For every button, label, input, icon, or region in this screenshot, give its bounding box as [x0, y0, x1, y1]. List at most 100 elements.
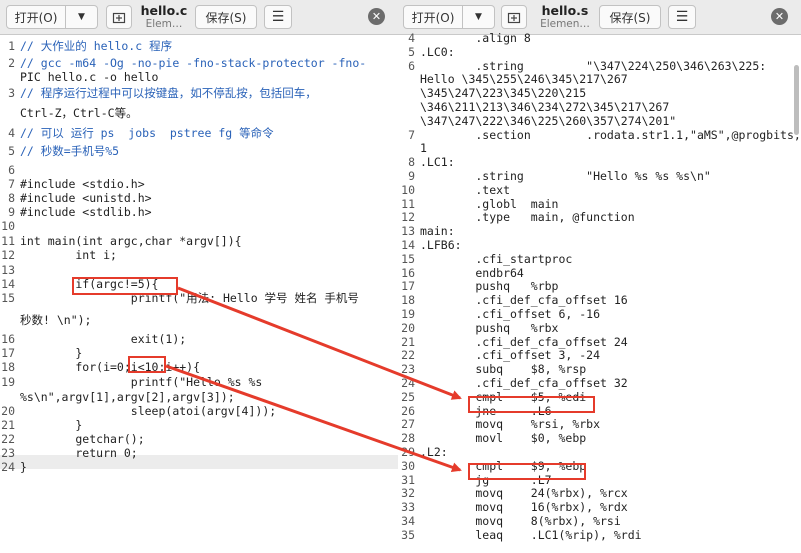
close-icon: ✕: [774, 10, 785, 23]
code-line: pushq %rbx: [420, 320, 559, 335]
line-number: 17: [1, 346, 15, 360]
line-number: 19: [401, 307, 415, 321]
code-line: int main(int argc,char *argv[]){: [20, 234, 242, 248]
open-button[interactable]: 打开(O): [403, 5, 463, 29]
save-button[interactable]: 保存(S): [195, 5, 257, 29]
line-number: 4: [8, 126, 15, 140]
chevron-down-icon: ▼: [475, 12, 482, 22]
line-number: 24: [1, 460, 15, 474]
line-number: 10: [1, 219, 15, 233]
line-number: 5: [408, 44, 415, 59]
code-line: // 大作业的 hello.c 程序: [20, 39, 173, 53]
line-number: 9: [8, 205, 15, 219]
line-number: 32: [401, 486, 415, 501]
menu-button[interactable]: ☰: [264, 5, 292, 29]
line-number: 21: [1, 418, 15, 432]
line-number: 15: [401, 251, 415, 266]
line-number: 16: [401, 265, 415, 280]
code-line: %s\n",argv[1],argv[2],argv[3]);: [20, 390, 235, 404]
line-number: 22: [401, 348, 415, 363]
code-line: .string "\347\224\250\346\263\225:: [420, 58, 767, 73]
line-number: 18: [401, 293, 415, 308]
code-line: movl $0, %ebp: [420, 431, 587, 446]
code-line: subq $8, %rsp: [420, 362, 587, 377]
code-line: Hello \345\255\246\345\217\267: [420, 72, 628, 87]
code-line: .cfi_def_cfa_offset 32: [420, 376, 628, 390]
scrollbar[interactable]: [794, 65, 799, 135]
code-line: #include <unistd.h>: [20, 191, 152, 205]
save-button[interactable]: 保存(S): [599, 5, 661, 29]
line-number: 28: [401, 431, 415, 446]
code-line: exit(1);: [20, 332, 187, 346]
line-number: 11: [1, 234, 15, 248]
line-number: 19: [1, 375, 15, 389]
line-number: 9: [408, 169, 415, 183]
code-line: int i;: [20, 248, 117, 262]
line-number: 6: [408, 58, 415, 73]
line-number: 33: [401, 500, 415, 515]
hello-c-editor-window: 打开(O) ▼ hello.c Elem… 保存(S) ☰ ✕ 1 // 大作业的…: [0, 0, 399, 553]
hamburger-menu-icon: ☰: [271, 9, 285, 25]
code-line: \345\247\223\345\220\215: [420, 86, 587, 101]
code-line: Ctrl-Z，Ctrl-C等。: [20, 106, 138, 120]
highlight-loop-condition: [128, 356, 166, 373]
line-number: 6: [8, 163, 15, 177]
code-line: movq 24(%rbx), %rcx: [420, 486, 628, 501]
menu-button[interactable]: ☰: [668, 5, 696, 29]
code-line: movq %rsi, %rbx: [420, 417, 601, 432]
chevron-down-icon: ▼: [78, 12, 85, 22]
code-line: }: [20, 418, 83, 432]
code-line: PIC hello.c -o hello: [20, 70, 159, 84]
code-line: movq 16(%rbx), %rdx: [420, 500, 628, 515]
line-number: 13: [1, 263, 15, 277]
line-number: 8: [8, 191, 15, 205]
line-number: 13: [401, 224, 415, 239]
open-button[interactable]: 打开(O): [6, 5, 66, 29]
code-editor[interactable]: 1 // 大作业的 hello.c 程序 2 // gcc -m64 -Og -no-…: [0, 35, 398, 553]
line-number: 23: [401, 362, 415, 377]
open-dropdown-button[interactable]: ▼: [463, 5, 495, 29]
highlight-cmpl-5: [468, 396, 595, 413]
code-line: 1: [420, 141, 427, 156]
code-line: \346\211\213\346\234\272\345\217\267: [420, 100, 670, 114]
line-number: 25: [401, 389, 415, 404]
close-button[interactable]: ✕: [368, 8, 385, 25]
code-line: }: [20, 346, 83, 360]
line-number: 12: [1, 248, 15, 262]
code-line: .string "Hello %s %s %s\n": [420, 169, 711, 183]
line-number: 31: [401, 472, 415, 487]
code-line: .text: [420, 182, 511, 197]
code-line: .globl main: [420, 196, 559, 211]
code-line: .cfi_offset 3, -24: [420, 348, 601, 363]
line-number: 20: [401, 320, 415, 335]
line-number: 18: [1, 360, 15, 374]
line-number: 10: [401, 182, 415, 197]
assembly-editor[interactable]: 4 .align 8 5 .LC0: 6 .string "\347\224\250\…: [398, 31, 801, 553]
code-line: for(i=0;i<10;i++){: [20, 360, 201, 374]
code-line: .cfi_def_cfa_offset 24: [420, 334, 628, 349]
open-dropdown-button[interactable]: ▼: [66, 5, 98, 29]
code-line: .LFB6:: [420, 238, 462, 252]
code-line: .cfi_startproc: [420, 251, 573, 266]
code-line: .L2:: [420, 445, 448, 459]
code-line: }: [20, 460, 27, 474]
line-number: 29: [401, 445, 415, 459]
code-line: .type main, @function: [420, 210, 635, 225]
line-number: 22: [1, 432, 15, 446]
line-number: 14: [401, 238, 415, 252]
code-line: pushq %rbp: [420, 279, 559, 294]
code-line: .cfi_offset 6, -16: [420, 307, 601, 321]
line-number: 3: [8, 86, 15, 100]
code-line: endbr64: [420, 265, 524, 280]
close-icon: ✕: [371, 10, 382, 23]
line-number: 24: [401, 376, 415, 390]
code-line: main:: [420, 224, 455, 239]
right-titlebar: 打开(O) ▼ hello.s Elemen… 保存(S) ☰ ✕: [398, 0, 801, 35]
code-line: // 秒数=手机号%5: [20, 144, 120, 158]
code-line: .LC1:: [420, 155, 455, 170]
line-number: 27: [401, 417, 415, 432]
line-number: 2: [8, 56, 15, 70]
line-number: 7: [408, 127, 415, 142]
close-button[interactable]: ✕: [771, 8, 788, 25]
line-number: 21: [401, 334, 415, 349]
